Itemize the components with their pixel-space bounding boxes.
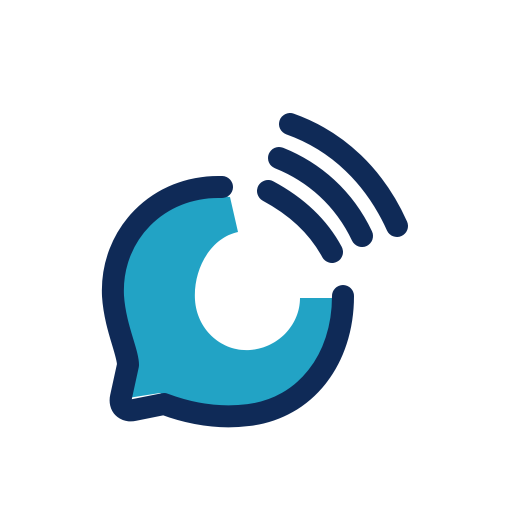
app-icon-canvas: [0, 0, 512, 512]
signal-waves-icon: [257, 113, 408, 263]
signal-wave-inner: [257, 180, 343, 263]
chat-bubble-signal-icon: [101, 113, 408, 428]
